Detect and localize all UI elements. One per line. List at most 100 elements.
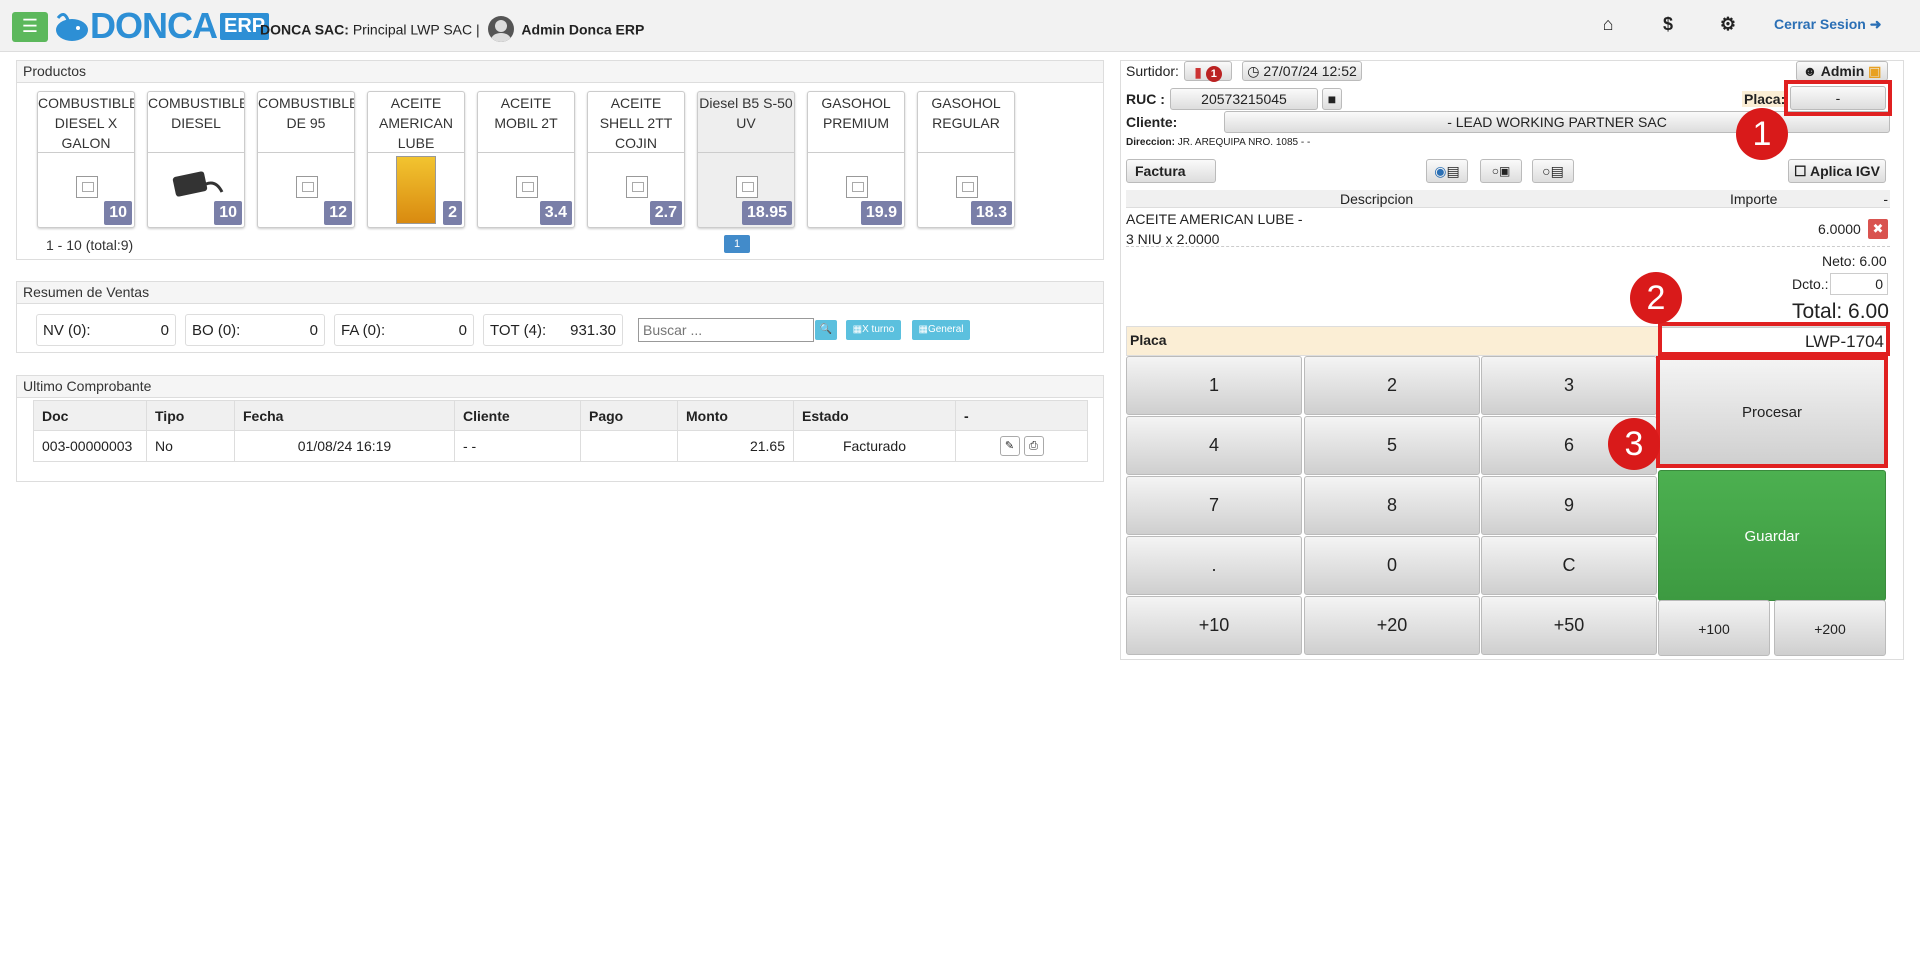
cell-actions: ✎ ⎙ [955, 430, 1088, 462]
annotation-badge-2: 2 [1630, 272, 1682, 324]
product-image [516, 176, 538, 198]
keypad-key[interactable]: 3 [1481, 356, 1657, 415]
item-line2: 3 NIU x 2.0000 [1126, 231, 1220, 247]
radio-icon: ○ [1491, 164, 1499, 178]
product-card[interactable]: COMBUSTIBLE DIESEL X GALON 10 [37, 91, 135, 228]
pay-visa-radio[interactable]: ○▣ [1480, 159, 1522, 183]
summary-nv: NV (0): 0 [36, 314, 176, 346]
guardar-button[interactable]: Guardar [1658, 470, 1886, 601]
radio-icon: ○ [1542, 163, 1551, 179]
product-card[interactable]: COMBUSTIBLE DIESEL 10 [147, 91, 245, 228]
keypad-key[interactable]: 5 [1304, 416, 1480, 475]
plus100-button[interactable]: +100 [1658, 600, 1770, 656]
user-icon: ☻ [1802, 63, 1818, 79]
product-price: 18.3 [970, 201, 1012, 225]
col-descripcion: Descripcion [1340, 191, 1414, 207]
admin-label: Admin [1820, 63, 1865, 79]
product-name: COMBUSTIBLE DIESEL [148, 92, 244, 153]
product-card[interactable]: ACEITE AMERICAN LUBE 2 [367, 91, 465, 228]
product-card[interactable]: GASOHOL REGULAR 18.3 [917, 91, 1015, 228]
xturno-button[interactable]: ▦X turno [846, 320, 901, 340]
pay-cash-radio[interactable]: ◉▤ [1426, 159, 1468, 183]
column-header: Tipo [146, 400, 235, 431]
lock-icon: ▣ [1868, 63, 1882, 79]
surtidor-count: 1 [1205, 66, 1222, 82]
product-card[interactable]: Diesel B5 S-50 UV 18.95 [697, 91, 795, 228]
visa-card-icon: ▣ [1498, 164, 1511, 178]
resumen-title: Resumen de Ventas [17, 282, 1103, 304]
logo: DONCA ERP [54, 5, 270, 46]
doc-type-select[interactable]: Factura [1126, 159, 1216, 183]
eraser-icon[interactable]: ■ [1322, 88, 1342, 110]
cell-estado: Facturado [793, 430, 956, 462]
keypad-key[interactable]: C [1481, 536, 1657, 595]
ruc-input[interactable]: 20573215045 [1170, 88, 1318, 110]
keypad-key[interactable]: 9 [1481, 476, 1657, 535]
product-name: GASOHOL PREMIUM [808, 92, 904, 153]
keypad-key[interactable]: . [1126, 536, 1302, 595]
search-input[interactable] [638, 318, 814, 342]
product-price: 10 [104, 201, 132, 225]
product-card[interactable]: COMBUSTIBLE DE 95 12 [257, 91, 355, 228]
annotation-box-2 [1658, 322, 1890, 356]
surtidor-button[interactable]: ▮ 1 [1184, 61, 1232, 82]
item-importe: 6.0000 [1818, 221, 1861, 237]
product-name: COMBUSTIBLE DE 95 [258, 92, 354, 153]
keypad-key[interactable]: 1 [1126, 356, 1302, 415]
general-button[interactable]: ▦General [912, 320, 970, 340]
summary-value: 0 [160, 322, 169, 339]
print-icon[interactable]: ⎙ [1023, 436, 1044, 456]
plus200-button[interactable]: +200 [1774, 600, 1886, 656]
keypad-key[interactable]: +10 [1126, 596, 1302, 655]
direccion-label: Direccion: [1126, 137, 1175, 148]
page-button[interactable]: 1 [724, 235, 750, 253]
summary-bo: BO (0): 0 [185, 314, 325, 346]
product-image [846, 176, 868, 198]
summary-fa: FA (0): 0 [334, 314, 474, 346]
keypad-key[interactable]: +50 [1481, 596, 1657, 655]
dollar-icon[interactable]: $ [1657, 14, 1679, 36]
items-header: Descripcion Importe - [1126, 190, 1890, 208]
summary-label: NV (0): [43, 322, 91, 339]
annotation-box-3 [1656, 356, 1888, 468]
summary-tot: TOT (4): 931.30 [483, 314, 623, 346]
ruc-label: RUC : [1126, 91, 1165, 107]
checkbox-icon: ☐ [1794, 163, 1807, 179]
card-icon: ▤ [1550, 163, 1564, 179]
cell-doc: 003-00000003 [33, 430, 147, 462]
keypad-key[interactable]: 2 [1304, 356, 1480, 415]
productos-title: Productos [17, 61, 1103, 83]
keypad-key[interactable]: 0 [1304, 536, 1480, 595]
admin-badge[interactable]: ☻ Admin ▣ [1796, 61, 1888, 81]
edit-icon[interactable]: ✎ [999, 436, 1020, 456]
surtidor-label: Surtidor: [1126, 63, 1179, 79]
cell-pago [580, 430, 678, 462]
keypad-key[interactable]: 8 [1304, 476, 1480, 535]
product-card[interactable]: ACEITE MOBIL 2T 3.4 [477, 91, 575, 228]
keypad-key[interactable]: 4 [1126, 416, 1302, 475]
product-price: 2.7 [649, 201, 682, 225]
aplica-igv-checkbox[interactable]: ☐ Aplica IGV [1788, 159, 1886, 183]
file-icon: ▦ [852, 324, 863, 335]
product-price: 12 [324, 201, 352, 225]
pay-other-radio[interactable]: ○▤ [1532, 159, 1574, 183]
dcto-input[interactable]: 0 [1830, 273, 1888, 295]
product-image [168, 166, 226, 202]
column-header: - [955, 400, 1088, 431]
menu-toggle-button[interactable]: ☰ [12, 12, 48, 42]
logout-link[interactable]: Cerrar Sesion ➜ [1774, 16, 1881, 33]
trash-icon[interactable]: ✖ [1868, 219, 1888, 239]
annotation-badge-3: 3 [1608, 418, 1660, 470]
product-card[interactable]: ACEITE SHELL 2TT COJIN 2.7 [587, 91, 685, 228]
product-card[interactable]: GASOHOL PREMIUM 19.9 [807, 91, 905, 228]
keypad-key[interactable]: +20 [1304, 596, 1480, 655]
search-button[interactable]: 🔍 [815, 320, 837, 340]
product-image [626, 176, 648, 198]
keypad-key[interactable]: 7 [1126, 476, 1302, 535]
dcto-label: Dcto.: [1792, 276, 1829, 292]
product-name: Diesel B5 S-50 UV [698, 92, 794, 153]
column-header: Cliente [454, 400, 581, 431]
lock-rotate-icon[interactable]: ⚙ [1717, 14, 1739, 36]
general-label: General [927, 324, 964, 335]
home-icon[interactable]: ⌂ [1597, 14, 1619, 36]
